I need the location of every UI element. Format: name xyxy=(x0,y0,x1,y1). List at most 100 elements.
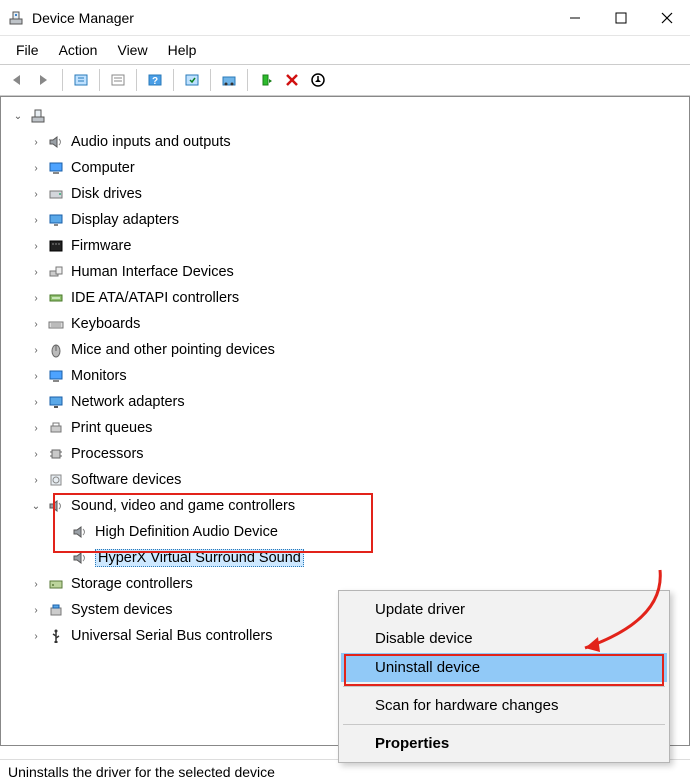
usb-icon xyxy=(47,627,65,645)
tree-item-label: Mice and other pointing devices xyxy=(71,342,275,358)
expander-icon[interactable]: › xyxy=(29,577,43,591)
menu-bar: File Action View Help xyxy=(0,36,690,64)
expander-icon[interactable]: › xyxy=(29,421,43,435)
tree-item-label: Universal Serial Bus controllers xyxy=(71,628,272,644)
expander-icon[interactable]: › xyxy=(29,603,43,617)
forward-button[interactable] xyxy=(32,68,56,92)
expander-icon[interactable]: ⌄ xyxy=(29,499,43,513)
keyboard-icon xyxy=(47,315,65,333)
expander-icon[interactable]: › xyxy=(29,291,43,305)
tree-root[interactable]: ⌄ xyxy=(9,103,685,129)
tree-category[interactable]: ›Firmware xyxy=(9,233,685,259)
tree-item-label: Keyboards xyxy=(71,316,140,332)
enable-device-button[interactable] xyxy=(254,68,278,92)
toolbar-separator xyxy=(210,69,211,91)
speaker-icon xyxy=(47,133,65,151)
tree-category[interactable]: › Print queues xyxy=(9,415,685,441)
maximize-button[interactable] xyxy=(598,0,644,36)
disable-device-button[interactable] xyxy=(306,68,330,92)
tree-item-label: HyperX Virtual Surround Sound xyxy=(95,549,304,567)
tree-category[interactable]: › Software devices xyxy=(9,467,685,493)
expander-icon[interactable]: › xyxy=(29,343,43,357)
expander-icon[interactable]: › xyxy=(29,369,43,383)
system-icon xyxy=(47,601,65,619)
expander-icon[interactable]: › xyxy=(29,265,43,279)
tree-item-label: Computer xyxy=(71,160,135,176)
firmware-icon xyxy=(47,237,65,255)
tree-device[interactable]: High Definition Audio Device xyxy=(9,519,685,545)
tree-category[interactable]: › Keyboards xyxy=(9,311,685,337)
tree-category[interactable]: › Computer xyxy=(9,155,685,181)
storage-icon xyxy=(47,575,65,593)
update-driver-button[interactable] xyxy=(217,68,241,92)
tree-item-label: Software devices xyxy=(71,472,181,488)
tree-category[interactable]: ⌄Sound, video and game controllers xyxy=(9,493,685,519)
tree-item-label: Storage controllers xyxy=(71,576,193,592)
context-menu-item[interactable]: Uninstall device xyxy=(341,653,667,682)
expander-icon[interactable]: › xyxy=(29,135,43,149)
tree-category[interactable]: › Processors xyxy=(9,441,685,467)
context-menu-item[interactable]: Scan for hardware changes xyxy=(341,691,667,720)
expander-spacer xyxy=(53,525,67,539)
expander-icon[interactable]: › xyxy=(29,629,43,643)
minimize-button[interactable] xyxy=(552,0,598,36)
tree-item-label: Network adapters xyxy=(71,394,185,410)
menu-action[interactable]: Action xyxy=(51,40,106,60)
show-hidden-button[interactable] xyxy=(69,68,93,92)
tree-category[interactable]: › Mice and other pointing devices xyxy=(9,337,685,363)
tree-item-label: IDE ATA/ATAPI controllers xyxy=(71,290,239,306)
scan-button[interactable] xyxy=(180,68,204,92)
context-menu-item[interactable]: Properties xyxy=(341,729,667,758)
tree-category[interactable]: › IDE ATA/ATAPI controllers xyxy=(9,285,685,311)
tree-item-label: Human Interface Devices xyxy=(71,264,234,280)
tree-device[interactable]: HyperX Virtual Surround Sound xyxy=(9,545,685,571)
close-button[interactable] xyxy=(644,0,690,36)
menu-help[interactable]: Help xyxy=(160,40,205,60)
properties-button[interactable] xyxy=(106,68,130,92)
tree-category[interactable]: › Network adapters xyxy=(9,389,685,415)
tree-category[interactable]: › Human Interface Devices xyxy=(9,259,685,285)
expander-icon[interactable]: › xyxy=(29,317,43,331)
expander-icon[interactable]: › xyxy=(29,447,43,461)
expander-icon[interactable]: › xyxy=(29,187,43,201)
expander-icon[interactable]: › xyxy=(29,161,43,175)
tree-category[interactable]: ›Audio inputs and outputs xyxy=(9,129,685,155)
title-bar: Device Manager xyxy=(0,0,690,36)
mouse-icon xyxy=(47,341,65,359)
help-button[interactable]: ? xyxy=(143,68,167,92)
cpu-icon xyxy=(47,445,65,463)
tree-category[interactable]: ›Display adapters xyxy=(9,207,685,233)
toolbar-separator xyxy=(136,69,137,91)
expander-icon[interactable]: › xyxy=(29,239,43,253)
tree-item-label: Print queues xyxy=(71,420,152,436)
tree-item-label: Processors xyxy=(71,446,144,462)
tree-category[interactable]: › Disk drives xyxy=(9,181,685,207)
printer-icon xyxy=(47,419,65,437)
context-menu: Update driverDisable deviceUninstall dev… xyxy=(338,590,670,763)
context-menu-item[interactable]: Disable device xyxy=(341,624,667,653)
toolbar-separator xyxy=(99,69,100,91)
ide-icon xyxy=(47,289,65,307)
expander-icon[interactable]: › xyxy=(29,395,43,409)
toolbar-separator xyxy=(247,69,248,91)
monitor-blue-icon xyxy=(47,159,65,177)
tree-category[interactable]: ›Monitors xyxy=(9,363,685,389)
speaker-icon xyxy=(71,549,89,567)
toolbar-separator xyxy=(62,69,63,91)
network-icon xyxy=(47,393,65,411)
back-button[interactable] xyxy=(6,68,30,92)
display-adapter-icon xyxy=(47,211,65,229)
software-icon xyxy=(47,471,65,489)
menu-view[interactable]: View xyxy=(109,40,155,60)
expander-icon[interactable]: › xyxy=(29,473,43,487)
tree-item-label: High Definition Audio Device xyxy=(95,524,278,540)
expander-icon[interactable]: › xyxy=(29,213,43,227)
tree-item-label: Disk drives xyxy=(71,186,142,202)
menu-file[interactable]: File xyxy=(8,40,47,60)
expander-icon[interactable]: ⌄ xyxy=(11,109,25,123)
toolbar: ? xyxy=(0,64,690,96)
uninstall-device-button[interactable] xyxy=(280,68,304,92)
app-icon xyxy=(8,10,24,26)
context-menu-item[interactable]: Update driver xyxy=(341,595,667,624)
monitor-blue-icon xyxy=(47,367,65,385)
